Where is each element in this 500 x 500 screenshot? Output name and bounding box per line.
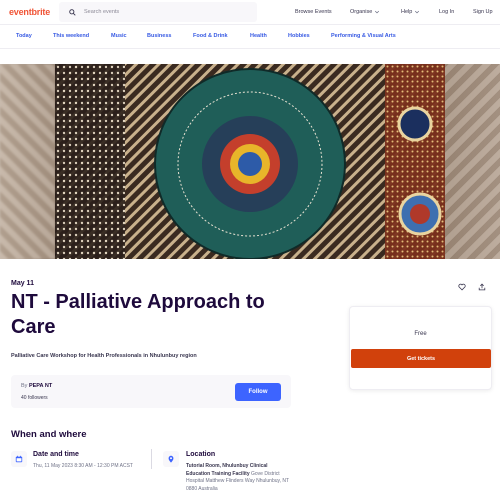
category-hobbies[interactable]: Hobbies <box>288 33 310 39</box>
signup-link[interactable]: Sign Up <box>473 9 493 15</box>
organizer-card: By PEPA NT 40 followers Follow <box>11 375 291 408</box>
login-link[interactable]: Log In <box>439 9 454 15</box>
share-button[interactable] <box>476 281 488 293</box>
category-today[interactable]: Today <box>16 33 32 39</box>
location-heading: Location <box>186 451 216 458</box>
date-time-heading: Date and time <box>33 451 79 458</box>
organise-menu[interactable]: Organise <box>350 9 380 15</box>
category-food-drink[interactable]: Food & Drink <box>193 33 228 39</box>
calendar-icon-box <box>11 451 27 467</box>
event-artwork <box>55 64 445 259</box>
organizer-by-label: By <box>21 383 28 389</box>
share-icon <box>478 283 486 291</box>
search-icon <box>64 4 80 20</box>
ticket-price: Free <box>414 331 427 337</box>
eventbrite-logo[interactable]: eventbrite <box>9 7 50 17</box>
like-button[interactable] <box>456 281 468 293</box>
when-where-heading: When and where <box>11 429 87 440</box>
organizer-name[interactable]: PEPA NT <box>29 383 52 389</box>
heart-icon <box>458 283 466 291</box>
ticket-card: Free Get tickets <box>349 306 492 390</box>
follow-button[interactable]: Follow <box>235 383 281 401</box>
organise-label: Organise <box>350 9 373 15</box>
hero-blur-left <box>0 64 55 259</box>
date-time-value: Thu, 11 May 2023 8:30 AM - 12:30 PM ACST <box>33 463 133 469</box>
organizer-followers: 40 followers <box>21 395 48 401</box>
details-divider <box>151 449 152 469</box>
category-music[interactable]: Music <box>111 33 127 39</box>
hero-blur-right <box>445 64 500 259</box>
calendar-icon <box>15 455 23 463</box>
chevron-down-icon <box>415 10 420 14</box>
location-icon-box <box>163 451 179 467</box>
event-hero-banner <box>0 64 500 259</box>
search-input[interactable] <box>84 9 244 15</box>
event-summary: Palliative Care Workshop for Health Prof… <box>11 353 197 359</box>
location-details: Tutorial Room, Nhulunbuy Clinical Educat… <box>186 463 292 493</box>
category-navigation: Today This weekend Music Business Food &… <box>0 25 500 49</box>
category-health[interactable]: Health <box>250 33 267 39</box>
top-navigation: eventbrite Browse Events Organise Help L… <box>0 0 500 25</box>
event-date: May 11 <box>11 280 34 287</box>
organizer-byline: By PEPA NT <box>21 383 52 389</box>
search-bar[interactable] <box>59 2 257 22</box>
chevron-down-icon <box>375 10 380 14</box>
map-pin-icon <box>168 455 174 463</box>
category-performing-visual-arts[interactable]: Performing & Visual Arts <box>331 33 396 39</box>
get-tickets-button[interactable]: Get tickets <box>351 349 491 368</box>
browse-events-link[interactable]: Browse Events <box>295 9 332 15</box>
event-title: NT - Palliative Approach to Care <box>11 291 265 338</box>
category-business[interactable]: Business <box>147 33 171 39</box>
category-this-weekend[interactable]: This weekend <box>53 33 89 39</box>
help-menu[interactable]: Help <box>401 9 420 15</box>
help-label: Help <box>401 9 413 15</box>
